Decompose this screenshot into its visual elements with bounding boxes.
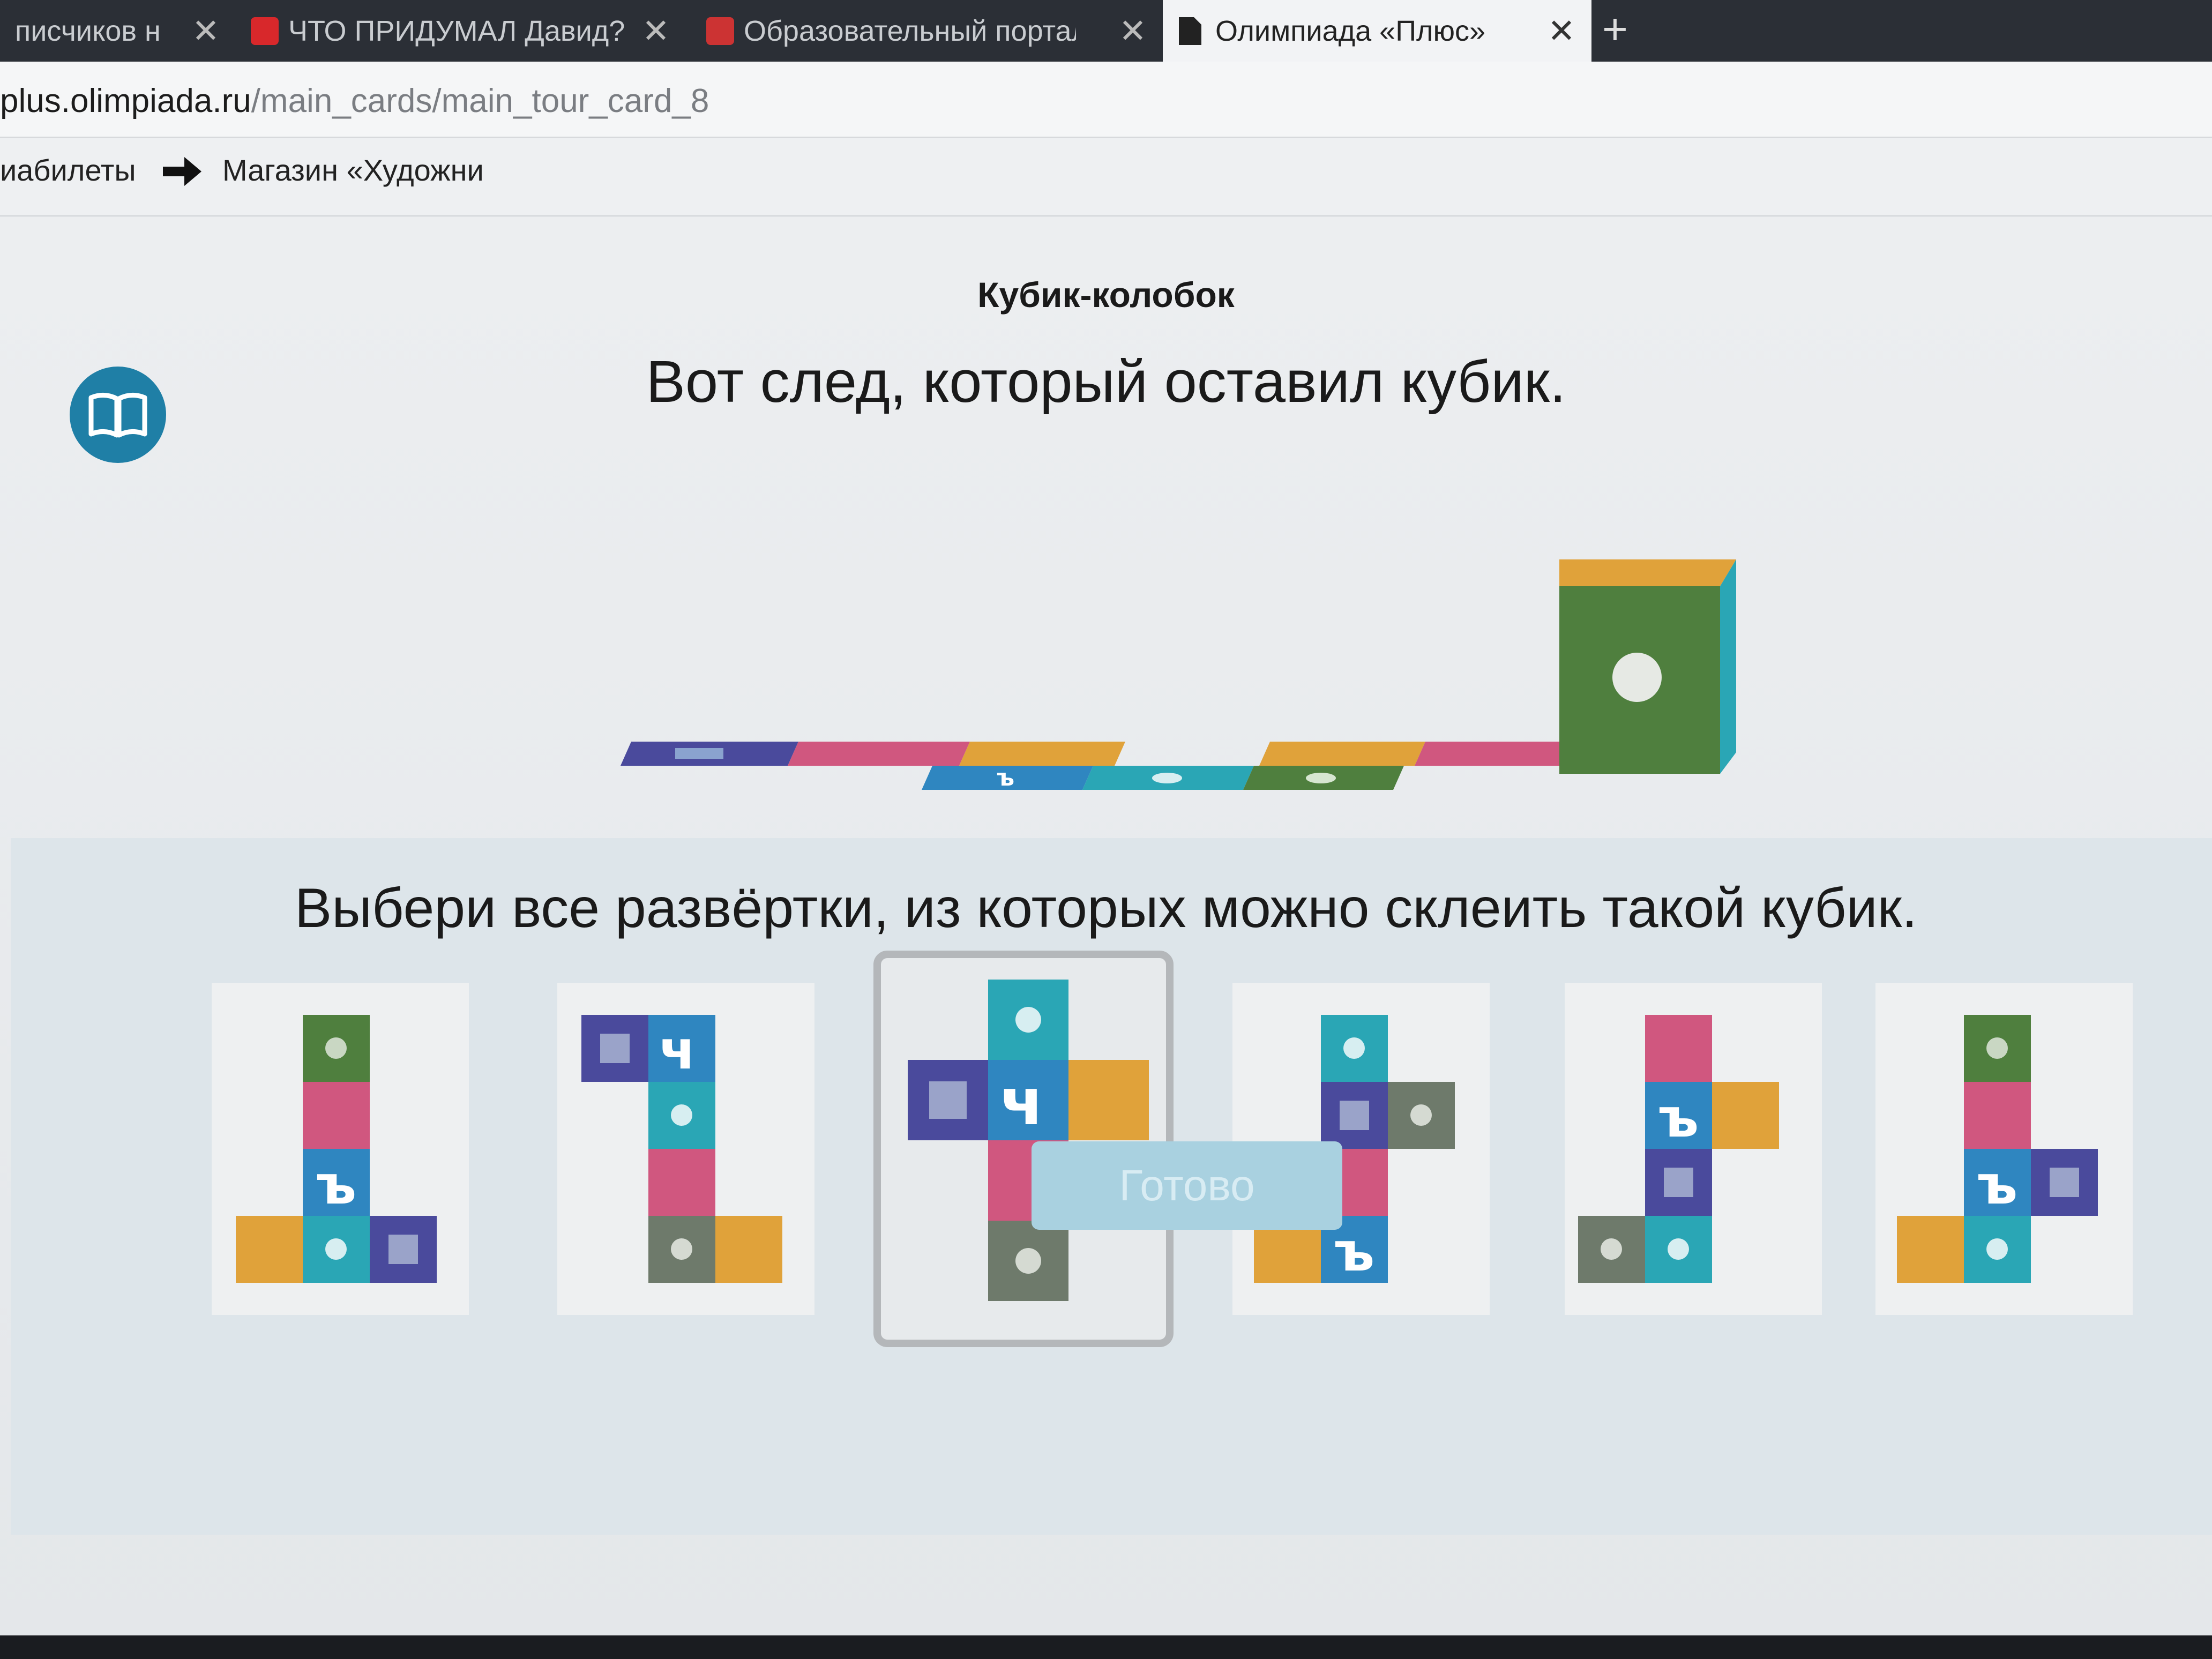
- bookmark-1[interactable]: иабилеты: [0, 153, 136, 188]
- cube-side: [1720, 559, 1736, 774]
- net-option-2[interactable]: ч: [557, 983, 814, 1315]
- bookmarks-bar: иабилеты Магазин «Художни: [0, 138, 2212, 216]
- trail-mark: [675, 748, 723, 759]
- tab-2[interactable]: ЧТО ПРИДУМАЛ Давид? ✕: [236, 0, 686, 62]
- bookmark-2[interactable]: Магазин «Художни: [222, 153, 484, 188]
- net-6-graphic: ъ: [1897, 1015, 2098, 1283]
- arrow-right-icon: [163, 157, 201, 186]
- tab-title: Образовательный портал: [744, 14, 1076, 47]
- tab-3[interactable]: Образовательный портал ✕: [691, 0, 1163, 62]
- trail-face-orange: [959, 742, 1125, 766]
- trail-dot: [1306, 773, 1336, 783]
- close-tab-icon[interactable]: ✕: [1119, 11, 1147, 50]
- tab-bar: писчиков н ✕ ЧТО ПРИДУМАЛ Давид? ✕ Образ…: [0, 0, 2212, 62]
- net-option-1[interactable]: ъ: [212, 983, 469, 1315]
- url-path: /main_cards/main_tour_card_8: [251, 83, 709, 119]
- svg-text:ч: ч: [1000, 1065, 1044, 1140]
- net-2-graphic: ч: [581, 1015, 782, 1283]
- trail-prompt: Вот след, который оставил кубик.: [646, 349, 1566, 415]
- cube-dot: [1612, 653, 1662, 702]
- choose-prompt: Выбери все развёртки, из которых можно с…: [294, 877, 1918, 939]
- trail-dot: [1152, 773, 1182, 783]
- tab-title: ЧТО ПРИДУМАЛ Давид?: [288, 14, 625, 47]
- site-favicon-icon: [706, 17, 734, 45]
- net-1-graphic: ъ: [236, 1015, 437, 1283]
- url-domain: plus.olimpiada.ru: [0, 83, 251, 119]
- close-tab-icon[interactable]: ✕: [1548, 11, 1575, 50]
- tab-olimpiada[interactable]: Олимпиада «Плюс» ✕: [1163, 0, 1591, 62]
- document-icon: [1179, 17, 1201, 45]
- new-tab-button[interactable]: +: [1602, 4, 1628, 55]
- ready-button[interactable]: Готово: [1032, 1141, 1342, 1230]
- taskbar: [0, 1635, 2212, 1659]
- net-option-5[interactable]: ъ: [1565, 983, 1822, 1315]
- address-bar[interactable]: plus.olimpiada.ru/main_cards/main_tour_c…: [0, 62, 2212, 138]
- trail-face-orange-2: [1259, 742, 1425, 766]
- svg-text:ъ: ъ: [1334, 1221, 1374, 1283]
- net-option-6[interactable]: ъ: [1875, 983, 2133, 1315]
- youtube-icon: [251, 17, 279, 45]
- trail-face-pink-2: [1415, 742, 1559, 766]
- tab-title: писчиков н: [15, 14, 161, 47]
- trail-face-pink: [788, 742, 970, 766]
- svg-text:ъ: ъ: [1977, 1154, 2017, 1216]
- svg-text:ъ: ъ: [1658, 1087, 1699, 1149]
- svg-text:ч: ч: [659, 1019, 696, 1081]
- page-content: Кубик-колобок Вот след, который оставил …: [0, 216, 2212, 1659]
- svg-text:ъ: ъ: [316, 1154, 356, 1216]
- close-tab-icon[interactable]: ✕: [192, 11, 220, 50]
- trail-symbol: ъ: [997, 764, 1014, 791]
- cube-trail-illustration: ъ: [621, 559, 1736, 791]
- page-title: Кубик-колобок: [977, 275, 1235, 315]
- cube-top: [1559, 559, 1736, 586]
- url-text[interactable]: plus.olimpiada.ru/main_cards/main_tour_c…: [0, 82, 709, 120]
- tab-title: Олимпиада «Плюс»: [1215, 14, 1486, 47]
- close-tab-icon[interactable]: ✕: [642, 11, 670, 50]
- net-5-graphic: ъ: [1578, 1015, 1779, 1283]
- tab-1[interactable]: писчиков н ✕: [0, 0, 236, 62]
